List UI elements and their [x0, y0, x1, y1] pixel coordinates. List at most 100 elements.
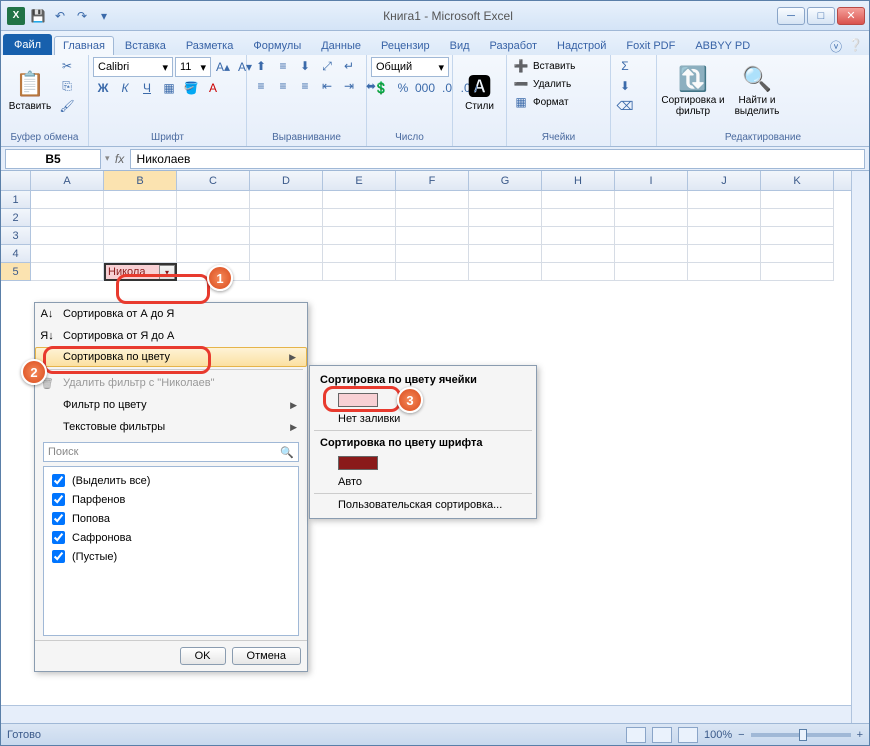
- zoom-in-icon[interactable]: +: [857, 729, 863, 741]
- cell[interactable]: [323, 245, 396, 263]
- row-header[interactable]: 4: [1, 245, 31, 263]
- filter-check-item[interactable]: (Пустые): [48, 547, 294, 566]
- cell[interactable]: [323, 209, 396, 227]
- qat-dropdown-icon[interactable]: ▾: [95, 7, 113, 25]
- font-name-combo[interactable]: Calibri▾: [93, 57, 173, 77]
- name-box[interactable]: B5: [5, 149, 101, 169]
- row-header[interactable]: 1: [1, 191, 31, 209]
- cell[interactable]: [615, 227, 688, 245]
- cancel-button[interactable]: Отмена: [232, 647, 301, 665]
- font-color-icon[interactable]: A: [203, 79, 223, 97]
- cell[interactable]: [761, 263, 834, 281]
- paste-button[interactable]: 📋 Вставить: [5, 57, 55, 123]
- col-header[interactable]: C: [177, 171, 250, 190]
- cell[interactable]: [469, 263, 542, 281]
- cell[interactable]: [469, 245, 542, 263]
- cell[interactable]: [396, 227, 469, 245]
- col-header[interactable]: B: [104, 171, 177, 190]
- cell[interactable]: [250, 209, 323, 227]
- zoom-out-icon[interactable]: −: [738, 729, 744, 741]
- styles-button[interactable]: 🅰 Стили: [457, 57, 502, 123]
- autosum-icon[interactable]: Σ: [615, 57, 635, 75]
- align-bottom-icon[interactable]: ⬇: [295, 57, 315, 75]
- sort-az-item[interactable]: А↓ Сортировка от А до Я: [35, 303, 307, 325]
- vertical-scrollbar[interactable]: [851, 171, 869, 723]
- ok-button[interactable]: OK: [180, 647, 226, 665]
- cell[interactable]: [761, 191, 834, 209]
- underline-button[interactable]: Ч: [137, 79, 157, 97]
- orientation-icon[interactable]: ⤢: [317, 57, 337, 75]
- col-header[interactable]: F: [396, 171, 469, 190]
- format-painter-icon[interactable]: 🖌: [57, 97, 77, 115]
- bold-button[interactable]: Ж: [93, 79, 113, 97]
- indent-inc-icon[interactable]: ⇥: [339, 77, 359, 95]
- col-header[interactable]: I: [615, 171, 688, 190]
- cell[interactable]: [542, 227, 615, 245]
- normal-view-icon[interactable]: [626, 727, 646, 743]
- cell[interactable]: [104, 209, 177, 227]
- cell[interactable]: [688, 191, 761, 209]
- wrap-text-icon[interactable]: ↵: [339, 57, 359, 75]
- cell[interactable]: [615, 209, 688, 227]
- italic-button[interactable]: К: [115, 79, 135, 97]
- cell[interactable]: [177, 227, 250, 245]
- cell[interactable]: [542, 263, 615, 281]
- delete-cells-icon[interactable]: ➖: [511, 75, 531, 93]
- col-header[interactable]: D: [250, 171, 323, 190]
- cell[interactable]: [688, 245, 761, 263]
- cell[interactable]: [250, 263, 323, 281]
- cell[interactable]: [250, 245, 323, 263]
- cell[interactable]: [323, 263, 396, 281]
- sort-color-pink[interactable]: [310, 390, 536, 410]
- filter-by-color-item[interactable]: Фильтр по цвету ▶: [35, 394, 307, 416]
- cell[interactable]: [469, 209, 542, 227]
- cell[interactable]: [469, 191, 542, 209]
- filter-check-item[interactable]: Парфенов: [48, 490, 294, 509]
- horizontal-scrollbar[interactable]: [1, 705, 851, 723]
- col-header[interactable]: H: [542, 171, 615, 190]
- help-icon[interactable]: ❔: [848, 38, 863, 55]
- cell[interactable]: [396, 191, 469, 209]
- cell[interactable]: [542, 191, 615, 209]
- align-right-icon[interactable]: ≡: [295, 77, 315, 95]
- cell[interactable]: [615, 245, 688, 263]
- align-middle-icon[interactable]: ≡: [273, 57, 293, 75]
- page-break-view-icon[interactable]: [678, 727, 698, 743]
- cut-icon[interactable]: ✂: [57, 57, 77, 75]
- cell[interactable]: [104, 191, 177, 209]
- filter-dropdown-button[interactable]: ▾: [159, 265, 175, 280]
- percent-icon[interactable]: %: [393, 79, 413, 97]
- page-layout-view-icon[interactable]: [652, 727, 672, 743]
- sort-za-item[interactable]: Я↓ Сортировка от Я до А: [35, 325, 307, 347]
- align-left-icon[interactable]: ≡: [251, 77, 271, 95]
- number-format-combo[interactable]: Общий▾: [371, 57, 449, 77]
- currency-icon[interactable]: 💲: [371, 79, 391, 97]
- tab-formulas[interactable]: Формулы: [244, 36, 310, 55]
- formula-input[interactable]: Николаев: [130, 149, 865, 169]
- cell[interactable]: [31, 209, 104, 227]
- insert-cells-icon[interactable]: ➕: [511, 57, 531, 75]
- col-header[interactable]: A: [31, 171, 104, 190]
- tab-data[interactable]: Данные: [312, 36, 370, 55]
- sort-auto[interactable]: Авто: [310, 473, 536, 491]
- cell[interactable]: [31, 191, 104, 209]
- undo-icon[interactable]: ↶: [51, 7, 69, 25]
- col-header[interactable]: G: [469, 171, 542, 190]
- col-header[interactable]: K: [761, 171, 834, 190]
- sort-no-fill[interactable]: Нет заливки: [310, 410, 536, 428]
- filter-check-item[interactable]: (Выделить все): [48, 471, 294, 490]
- cell[interactable]: Никола▾: [104, 263, 177, 281]
- indent-dec-icon[interactable]: ⇤: [317, 77, 337, 95]
- filter-check-item[interactable]: Сафронова: [48, 528, 294, 547]
- sort-color-darkred[interactable]: [310, 453, 536, 473]
- sort-by-color-item[interactable]: Сортировка по цвету ▶: [35, 347, 307, 367]
- border-icon[interactable]: ▦: [159, 79, 179, 97]
- clear-icon[interactable]: ⌫: [615, 97, 635, 115]
- save-icon[interactable]: 💾: [29, 7, 47, 25]
- find-select-button[interactable]: 🔍 Найти и выделить: [727, 57, 787, 123]
- cell[interactable]: [542, 209, 615, 227]
- cell[interactable]: [323, 191, 396, 209]
- ribbon-minimize-icon[interactable]: ⓥ: [830, 38, 842, 55]
- cell[interactable]: [250, 227, 323, 245]
- cell[interactable]: [615, 191, 688, 209]
